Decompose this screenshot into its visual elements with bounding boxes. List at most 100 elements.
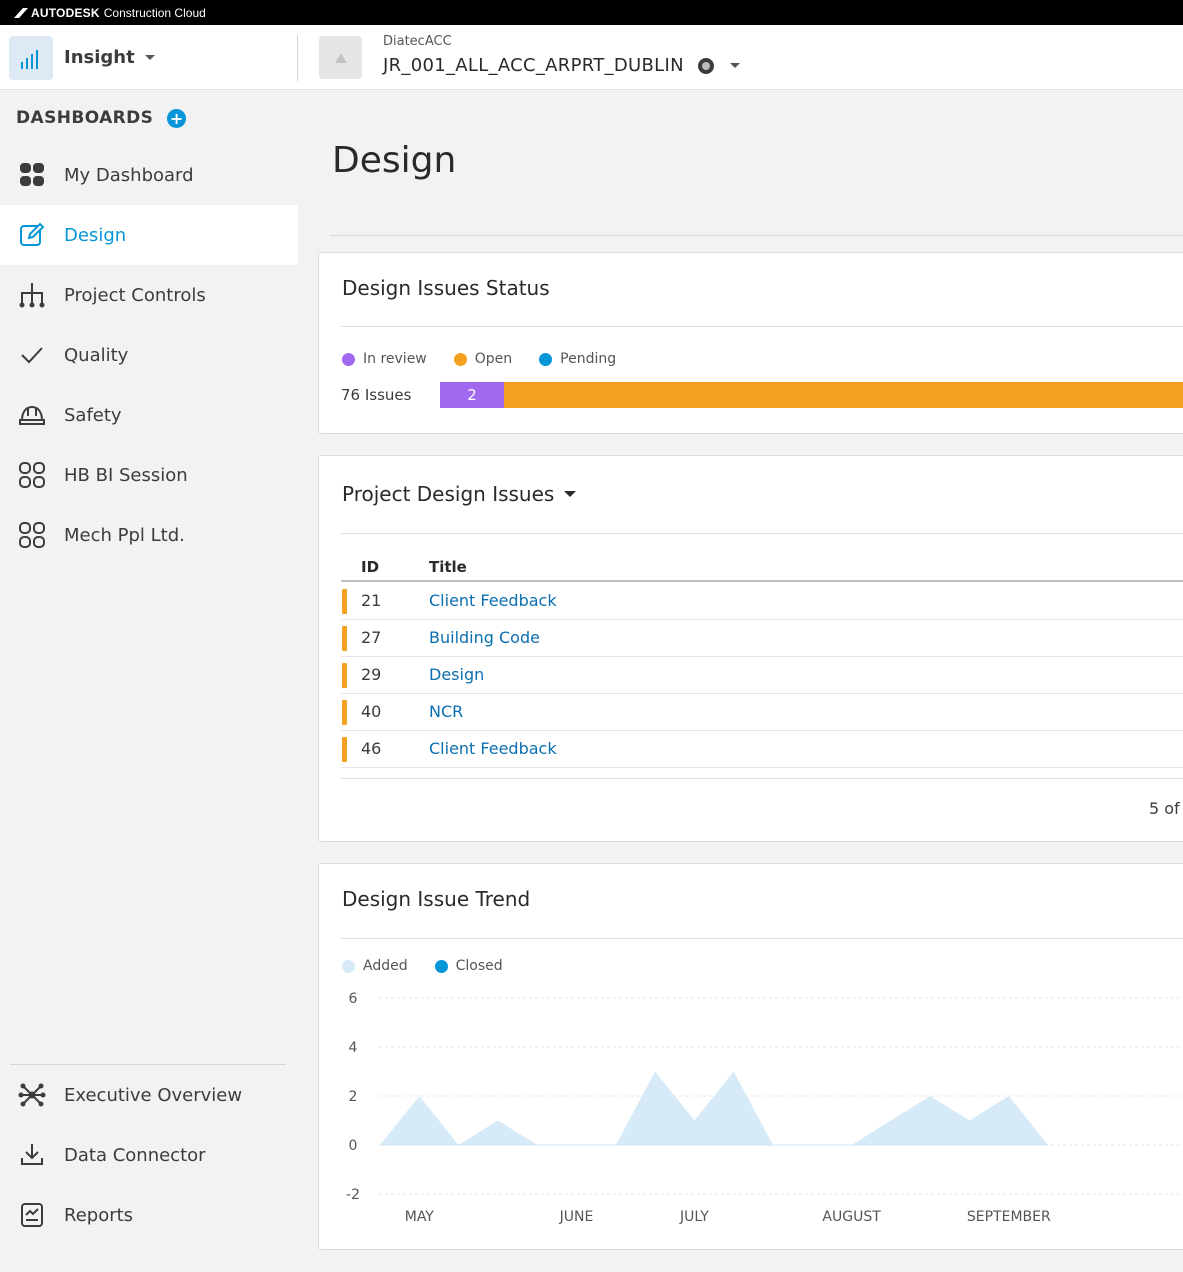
table-row[interactable]: 27 Building Code <box>341 620 1183 657</box>
issue-id: 27 <box>361 628 382 647</box>
card-divider <box>341 533 1183 534</box>
hierarchy-icon <box>17 280 47 310</box>
table-row[interactable]: 46 Client Feedback <box>341 731 1183 768</box>
sidebar-item-project-controls[interactable]: Project Controls <box>0 265 298 325</box>
download-icon <box>17 1140 47 1170</box>
hardhat-icon <box>17 400 47 430</box>
legend-dot <box>342 352 355 366</box>
status-legend: In review Open Pending <box>342 351 643 367</box>
y-tick-label: 4 <box>349 1040 358 1056</box>
y-tick-label: 6 <box>349 991 358 1007</box>
x-tick-label: AUGUST <box>822 1209 881 1225</box>
issue-title-link[interactable]: Design <box>429 665 484 684</box>
sidebar-item-executive-overview[interactable]: Executive Overview <box>0 1065 298 1125</box>
sidebar-item-design[interactable]: Design <box>0 205 298 265</box>
issue-id: 46 <box>361 739 382 758</box>
brand-name: AUTODESK <box>31 5 100 20</box>
sidebar-item-quality[interactable]: Quality <box>0 325 298 385</box>
globe-icon <box>697 57 714 74</box>
header-divider <box>297 35 298 81</box>
table-row[interactable]: 40 NCR <box>341 694 1183 731</box>
project-selector[interactable]: JR_001_ALL_ACC_ARPRT_DUBLIN <box>383 55 740 76</box>
pagination-count: 5 of <box>1149 799 1180 818</box>
status-bar-open[interactable]: 2 <box>440 382 1183 408</box>
sidebar-item-label: Design <box>64 224 127 246</box>
issue-id: 21 <box>361 591 382 610</box>
autodesk-topbar: AUTODESK Construction Cloud <box>0 0 1183 25</box>
issue-title-link[interactable]: Client Feedback <box>429 591 557 610</box>
issue-title-link[interactable]: NCR <box>429 702 463 721</box>
legend-dot <box>539 352 553 366</box>
column-header-title[interactable]: Title <box>429 558 467 576</box>
sidebar-item-label: Mech Ppl Ltd. <box>64 524 185 546</box>
sidebar-item-label: Project Controls <box>64 284 206 306</box>
column-header-id[interactable]: ID <box>361 558 379 576</box>
sidebar-item-label: Quality <box>64 344 129 366</box>
card-title: Design Issues Status <box>342 276 550 300</box>
app-switcher[interactable]: Insight <box>0 25 297 90</box>
status-flag <box>342 737 347 762</box>
app-header: Insight DiatecACC JR_001_ALL_ACC_ARPRT_D… <box>0 25 1183 90</box>
title-divider <box>330 235 1183 236</box>
legend-item-open[interactable]: Open <box>453 351 513 367</box>
y-tick-label: 2 <box>349 1089 358 1105</box>
issues-table-header: ID Title <box>341 554 1183 582</box>
issues-card-title-dropdown[interactable]: Project Design Issues <box>342 482 577 506</box>
status-flag <box>342 589 347 614</box>
sidebar-item-label: Safety <box>64 404 122 426</box>
x-tick-label: JULY <box>679 1209 709 1225</box>
issue-title-link[interactable]: Building Code <box>429 628 540 647</box>
checkmark-icon <box>17 340 47 370</box>
sidebar-item-data-connector[interactable]: Data Connector <box>0 1125 298 1185</box>
series-area-added[interactable] <box>380 1071 1049 1146</box>
legend-dot <box>453 352 467 366</box>
sidebar-item-label: Executive Overview <box>64 1084 243 1106</box>
sidebar-item-label: HB BI Session <box>64 464 188 486</box>
issue-title-link[interactable]: Client Feedback <box>429 739 557 758</box>
card-title: Project Design Issues <box>342 482 555 506</box>
trend-chart[interactable]: 6 4 2 0 -2 MAY JUNE JULY AUGUST SEPTEMBER <box>319 864 1183 1251</box>
app-name: Insight <box>64 47 135 68</box>
issue-id: 29 <box>361 665 382 684</box>
sidebar-item-label: My Dashboard <box>64 164 194 186</box>
sidebar-item-reports[interactable]: Reports <box>0 1185 298 1245</box>
grid-outline-icon <box>17 520 47 550</box>
autodesk-logo-icon <box>14 7 28 18</box>
sidebar-item-mech-ppl-ltd[interactable]: Mech Ppl Ltd. <box>0 505 298 565</box>
sidebar: DASHBOARDS + My Dashboard Design Project… <box>0 90 298 1272</box>
project-name: JR_001_ALL_ACC_ARPRT_DUBLIN <box>383 55 684 76</box>
y-tick-label: 0 <box>349 1138 358 1154</box>
chevron-down-icon <box>564 491 577 497</box>
legend-label: In review <box>363 351 427 367</box>
chevron-down-icon <box>144 55 155 60</box>
project-thumbnail[interactable] <box>319 36 362 79</box>
sidebar-item-safety[interactable]: Safety <box>0 385 298 445</box>
status-flag <box>342 663 347 688</box>
card-divider <box>341 778 1183 779</box>
table-row[interactable]: 21 Client Feedback <box>341 583 1183 620</box>
legend-item-pending[interactable]: Pending <box>539 351 616 367</box>
design-issue-trend-card: Design Issue Trend Added Closed 6 4 2 0 -2 MA… <box>318 863 1183 1250</box>
project-design-issues-card: Project Design Issues ID Title 21 Client… <box>318 455 1183 842</box>
design-issues-status-card: Design Issues Status In review Open Pend… <box>318 252 1183 434</box>
card-divider <box>341 326 1183 327</box>
edit-icon <box>17 220 47 250</box>
network-icon <box>17 1080 47 1110</box>
legend-item-in-review[interactable]: In review <box>342 351 427 367</box>
legend-label: Open <box>474 351 513 367</box>
report-icon <box>17 1200 47 1230</box>
status-flag <box>342 626 347 651</box>
table-row[interactable]: 29 Design <box>341 657 1183 694</box>
x-tick-label: SEPTEMBER <box>967 1209 1051 1225</box>
grid-outline-icon <box>17 460 47 490</box>
chevron-down-icon <box>729 63 740 68</box>
insight-chart-icon <box>9 35 53 80</box>
legend-label: Pending <box>560 351 617 367</box>
sidebar-item-my-dashboard[interactable]: My Dashboard <box>0 145 298 205</box>
project-placeholder-icon <box>334 52 347 63</box>
add-dashboard-button[interactable]: + <box>167 108 187 128</box>
sidebar-item-hb-bi-session[interactable]: HB BI Session <box>0 445 298 505</box>
sidebar-item-label: Data Connector <box>64 1144 206 1166</box>
status-bar-in-review[interactable]: 2 <box>440 382 504 408</box>
main-content: Design Design Issues Status In review Op… <box>298 90 1183 1272</box>
